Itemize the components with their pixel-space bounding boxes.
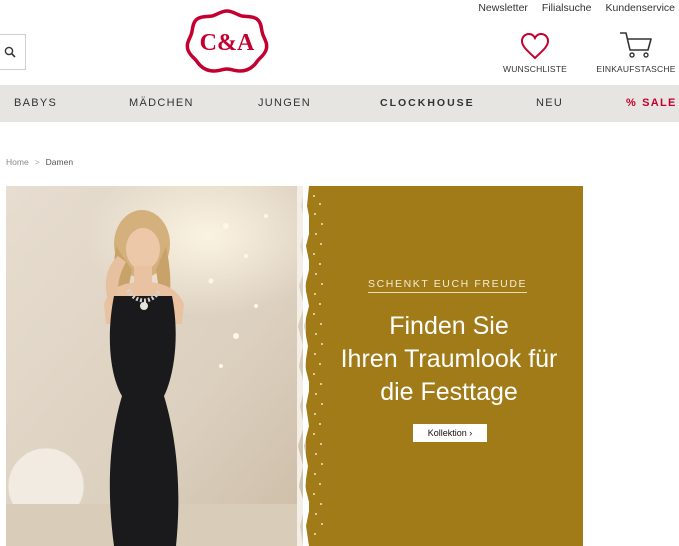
hero-headline-line-2: Ihren Traumlook für xyxy=(340,345,558,373)
newsletter-link[interactable]: Newsletter xyxy=(478,2,528,14)
hero-banner[interactable]: SCHENKT EUCH FREUDE Finden Sie Ihren Tra… xyxy=(6,186,583,546)
sale-label: SALE xyxy=(642,97,677,109)
hero-photo xyxy=(6,186,316,546)
logo[interactable]: C&A xyxy=(185,8,269,74)
logo-graphic: C&A xyxy=(185,9,269,73)
cart-button[interactable]: EINKAUFSTASCHE xyxy=(593,26,679,74)
nav-item-babys[interactable]: BABYS xyxy=(14,97,57,109)
store-finder-link[interactable]: Filialsuche xyxy=(542,2,592,14)
hero-eyebrow[interactable]: SCHENKT EUCH FREUDE xyxy=(368,278,528,293)
nav-item-sale[interactable]: % SALE xyxy=(626,97,677,109)
hero-headline: Finden Sie Ihren Traumlook für die Festt… xyxy=(324,310,574,409)
cart-icon xyxy=(618,26,654,60)
heart-icon xyxy=(519,26,551,60)
wishlist-button[interactable]: WUNSCHLISTE xyxy=(502,26,568,74)
hero-headline-line-3: die Festtage xyxy=(380,378,518,406)
nav-item-neu[interactable]: NEU xyxy=(536,97,563,109)
nav-item-jungen[interactable]: JUNGEN xyxy=(258,97,311,109)
nav-item-maedchen[interactable]: MÄDCHEN xyxy=(129,97,194,109)
collection-button[interactable]: Kollektion › xyxy=(413,424,487,442)
breadcrumb: Home > Damen xyxy=(6,157,73,167)
logo-text: C&A xyxy=(200,30,255,56)
breadcrumb-current: Damen xyxy=(45,157,74,167)
top-links: Newsletter Filialsuche Kundenservice xyxy=(478,2,675,14)
torn-edge-decoration xyxy=(297,186,329,546)
breadcrumb-separator: > xyxy=(34,157,40,167)
hero-headline-line-1: Finden Sie xyxy=(389,312,509,340)
breadcrumb-home[interactable]: Home xyxy=(6,157,29,167)
cart-label: EINKAUFSTASCHE xyxy=(596,64,676,74)
search-icon xyxy=(4,46,16,58)
wishlist-label: WUNSCHLISTE xyxy=(502,64,568,74)
nav-item-clockhouse[interactable]: CLOCKHOUSE xyxy=(380,97,475,109)
customer-service-link[interactable]: Kundenservice xyxy=(606,2,675,14)
main-nav: BABYS MÄDCHEN JUNGEN CLOCKHOUSE NEU % SAL… xyxy=(0,85,679,122)
sale-percent-icon: % xyxy=(626,97,638,109)
search-button[interactable] xyxy=(0,34,26,70)
